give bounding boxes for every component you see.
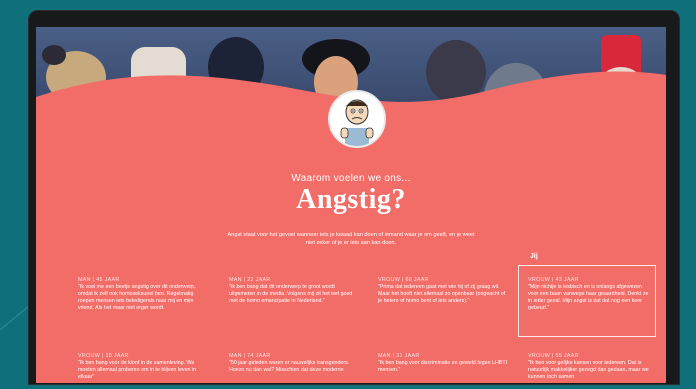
quote-card-meta: MAN | 22 JAAR (229, 277, 271, 283)
quote-card-meta: MAN | 74 JAAR (229, 353, 271, 359)
page-subtitle: Waarom voelen we ons... (291, 173, 411, 184)
quote-card-jij[interactable]: VROUW | 43 JAAR "Mijn nichtje is lesbisc… (528, 277, 652, 313)
quote-card: VROUW | 66 JAAR "Prima dat iedereen gaat… (378, 277, 508, 305)
quote-card-meta: MAN | 45 JAAR (78, 277, 120, 283)
quote-card-meta: MAN | 31 JAAR (378, 353, 420, 359)
page-title: Angstig? (296, 184, 406, 215)
quote-card-text: "Ik voel me een beetje angstig over dit … (78, 284, 196, 312)
quote-card-text: "Ik ben voor gelijke kansen voor iederee… (528, 360, 649, 381)
quote-card-text: "Ik ben bang voor discriminatie en gewel… (378, 360, 508, 374)
quote-card-meta: VROUW | 55 JAAR (528, 353, 579, 359)
quote-card-meta: VROUW | 18 JAAR (78, 353, 129, 359)
quote-card-meta: VROUW | 43 JAAR (528, 277, 579, 283)
quote-card-meta: VROUW | 66 JAAR (378, 277, 429, 283)
quote-card: MAN | 45 JAAR "Ik voel me een beetje ang… (78, 277, 208, 313)
quote-card-text: "Prima dat iedereen gaat met wie hij of … (378, 284, 506, 305)
website-screen[interactable]: Waarom voelen we ons... Angstig? Angst s… (36, 27, 666, 383)
quote-card: VROUW | 55 JAAR "Ik ben voor gelijke kan… (528, 353, 658, 381)
quote-card-text: "Mijn nichtje is lesbisch en is onlangs … (528, 284, 649, 312)
quote-card: MAN | 31 JAAR "Ik ben bang voor discrimi… (378, 353, 508, 374)
quote-card-text: "Ik ben bang dat dit onderwerp te groot … (229, 284, 353, 305)
intro-text: Angst staat voor het gevoel wanneer iets… (227, 232, 475, 247)
scared-cartoon-face-icon (328, 90, 386, 148)
quote-card: MAN | 22 JAAR "Ik ben bang dat dit onder… (229, 277, 359, 305)
quote-card: MAN | 74 JAAR "50 jaar geleden waren er … (229, 353, 359, 374)
quote-card-text: "50 jaar geleden waren er nauwelijks tra… (229, 360, 350, 374)
jij-label: Jij (530, 253, 538, 260)
quote-card: VROUW | 18 JAAR "Ik ben bang voor de klo… (78, 353, 208, 381)
quote-card-text: "Ik ben bang voor de kloof in de samenle… (78, 360, 197, 381)
